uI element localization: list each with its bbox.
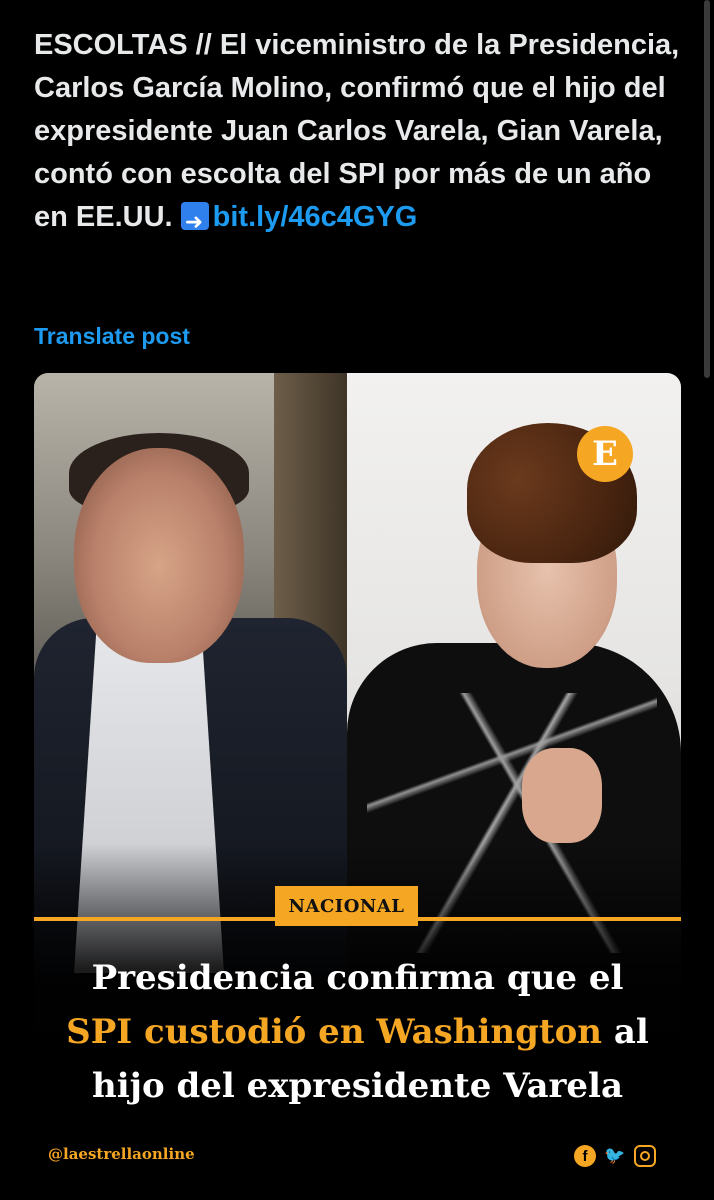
post-link[interactable]: bit.ly/46c4GYG bbox=[213, 201, 418, 233]
twitter-icon: 🐦 bbox=[604, 1146, 626, 1165]
headline-line-2-rest: al bbox=[602, 1012, 649, 1052]
social-icons: f 🐦 bbox=[574, 1145, 656, 1167]
headline-line-3: hijo del expresidente Varela bbox=[92, 1066, 623, 1106]
section-badge: NACIONAL bbox=[275, 886, 418, 926]
headline-line-1: Presidencia confirma que el bbox=[91, 958, 624, 998]
publisher-logo: E bbox=[577, 426, 633, 482]
post-text: ESCOLTAS // El viceministro de la Presid… bbox=[34, 24, 684, 243]
publisher-handle: @laestrellaonline bbox=[48, 1145, 195, 1163]
translate-post-button[interactable]: Translate post bbox=[34, 323, 190, 350]
head bbox=[74, 448, 244, 663]
facebook-icon: f bbox=[574, 1145, 596, 1167]
media-card[interactable]: E NACIONAL Presidencia confirma que el S… bbox=[34, 373, 681, 1200]
headline-highlight: SPI custodió en Washington bbox=[66, 1012, 603, 1052]
hand bbox=[522, 748, 602, 843]
arrow-right-icon bbox=[180, 200, 209, 243]
instagram-icon bbox=[634, 1145, 656, 1167]
headline-line-2: SPI custodió en Washington al bbox=[34, 1005, 681, 1059]
scrollbar[interactable] bbox=[704, 0, 710, 378]
headline: Presidencia confirma que el SPI custodió… bbox=[34, 951, 681, 1113]
